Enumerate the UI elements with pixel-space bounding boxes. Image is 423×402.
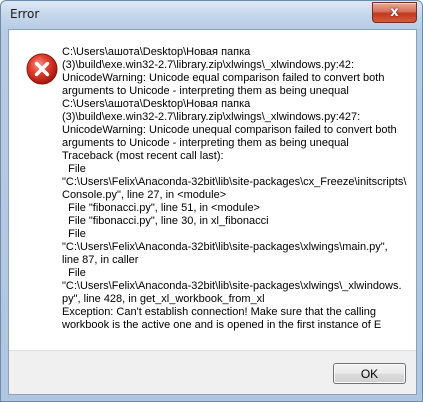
message-line: line 87, in caller [62,254,139,266]
window-title: Error [10,7,40,21]
ok-button[interactable]: OK [333,363,406,384]
message-line: Console.py", line 27, in <module> [62,189,227,201]
title-bar[interactable]: Error x [1,1,422,29]
message-line: UnicodeWarning: Unicode unequal comparis… [62,124,397,136]
dialog-body: C:\Users\ашота\Desktop\Новая папка (3)\b… [8,29,417,395]
error-dialog-window: Error x C:\Users\ашота\Desktop\Новая пап… [0,0,423,402]
message-line: File "fibonacci.py", line 51, in <module… [62,202,260,214]
message-line: File [62,267,86,279]
message-line: arguments to Unicode - interpreting them… [62,137,349,149]
error-message: C:\Users\ашота\Desktop\Новая папка (3)\b… [62,46,408,332]
message-line: "C:\Users\Felix\Anaconda-32bit\lib\site-… [62,176,407,188]
message-line: C:\Users\ашота\Desktop\Новая папка [62,98,251,110]
button-bar: OK [9,350,416,394]
message-line: File "fibonacci.py", line 30, in xl_fibo… [62,215,269,227]
error-icon [26,53,58,85]
close-button[interactable]: x [372,2,417,23]
message-line: (3)\build\exe.win32-2.7\library.zip\xlwi… [62,59,355,71]
message-line: py", line 428, in get_xl_workbook_from_x… [62,293,265,305]
close-icon: x [390,5,399,20]
message-line: workbook is the active one and is opened… [62,319,382,331]
message-line: Traceback (most recent call last): [62,150,224,162]
message-line: (3)\build\exe.win32-2.7\library.zip\xlwi… [62,111,361,123]
message-line: UnicodeWarning: Unicode equal comparison… [62,72,385,84]
message-line: "C:\Users\Felix\Anaconda-32bit\lib\site-… [62,280,402,292]
message-line: File [62,163,86,175]
message-line: File [62,228,86,240]
message-line: arguments to Unicode - interpreting them… [62,85,349,97]
message-line: "C:\Users\Felix\Anaconda-32bit\lib\site-… [62,241,388,253]
message-line: Exception: Can't establish connection! M… [62,306,376,318]
message-line: C:\Users\ашота\Desktop\Новая папка [62,46,251,58]
